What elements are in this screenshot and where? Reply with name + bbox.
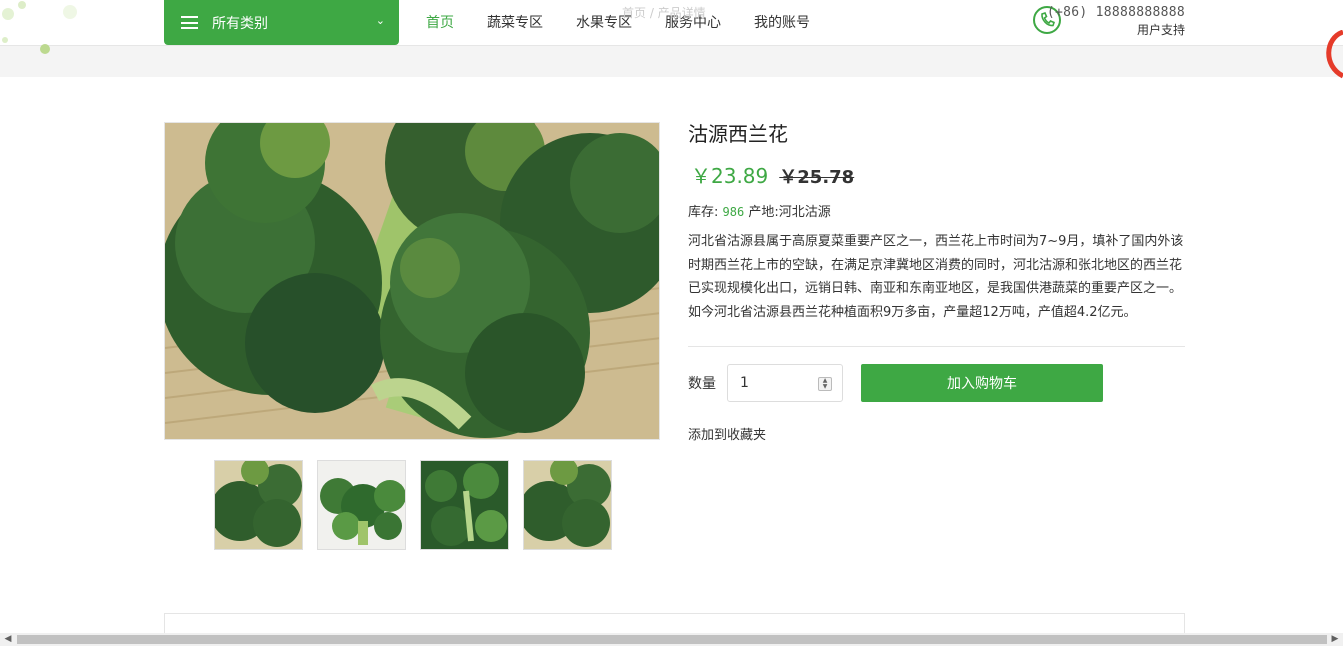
quantity-row: 数量 1 ▲ ▼ 加入购物车 [688,364,1185,402]
menu-icon [181,16,198,29]
stock-value: 986 [722,205,745,219]
spinner-icon[interactable]: ▲ ▼ [818,377,832,391]
thumbnail-image[interactable] [523,460,612,550]
add-to-cart-button[interactable]: 加入购物车 [861,364,1103,402]
support-phone: (+86) 18888888888 [1046,5,1185,20]
quantity-value: 1 [740,375,749,391]
thumbnail-image[interactable] [420,460,509,550]
stock-label: 库存: [688,205,719,220]
support-info: (+86) 18888888888 用户支持 [1047,5,1185,38]
scroll-left-icon[interactable]: ◀ [0,633,16,646]
product-meta: 库存: 986 产地:河北沽源 [688,201,1185,220]
nav-my-account[interactable]: 我的账号 [754,12,810,32]
product-main-image [164,122,660,440]
chevron-down-icon: ⌄ [375,14,385,27]
add-to-favorites-link[interactable]: 添加到收藏夹 [688,424,1185,443]
price-row: ￥23.89 ￥25.78 [688,160,1185,189]
origin-value: 河北沽源 [778,205,831,220]
product-title: 沽源西兰花 [688,122,788,146]
breadcrumb: 首页 / 产品详情 [622,6,706,20]
thumbnail-strip [214,460,626,550]
breadcrumb-band [0,46,1343,77]
thumbnail-image[interactable] [214,460,303,550]
scrollbar-thumb[interactable] [17,635,1327,644]
nav-home[interactable]: 首页 [426,12,454,32]
product-detail-page: 所有类别 ⌄ 首页 蔬菜专区 水果专区 服务中心 我的账号 首页 / 产品详情 … [0,0,1343,646]
product-description: 河北省沽源县属于高原夏菜重要产区之一，西兰花上市时间为7~9月，填补了国内外该时… [688,234,1184,320]
nav-vegetables[interactable]: 蔬菜专区 [487,12,543,32]
original-price: ￥25.78 [779,167,855,188]
top-header: 所有类别 ⌄ 首页 蔬菜专区 水果专区 服务中心 我的账号 首页 / 产品详情 … [0,0,1343,46]
decorative-tomato-graphic [1326,30,1343,79]
horizontal-scrollbar[interactable]: ◀ ▶ [0,633,1343,646]
thumbnail-image[interactable] [317,460,406,550]
current-price: ￥23.89 [691,164,769,188]
quantity-stepper[interactable]: 1 ▲ ▼ [727,364,843,402]
support-label: 用户支持 [1136,23,1185,37]
quantity-label: 数量 [688,376,716,392]
decorative-pea-graphic [2,1,77,54]
origin-label: 产地: [748,205,779,220]
all-categories-label: 所有类别 [212,15,268,32]
all-categories-button[interactable]: 所有类别 ⌄ [164,0,399,45]
divider [688,346,1185,347]
scroll-right-icon[interactable]: ▶ [1327,633,1343,646]
product-info: 沽源西兰花 ￥23.89 ￥25.78 库存: 986 产地:河北沽源 河北省沽… [688,118,1185,443]
